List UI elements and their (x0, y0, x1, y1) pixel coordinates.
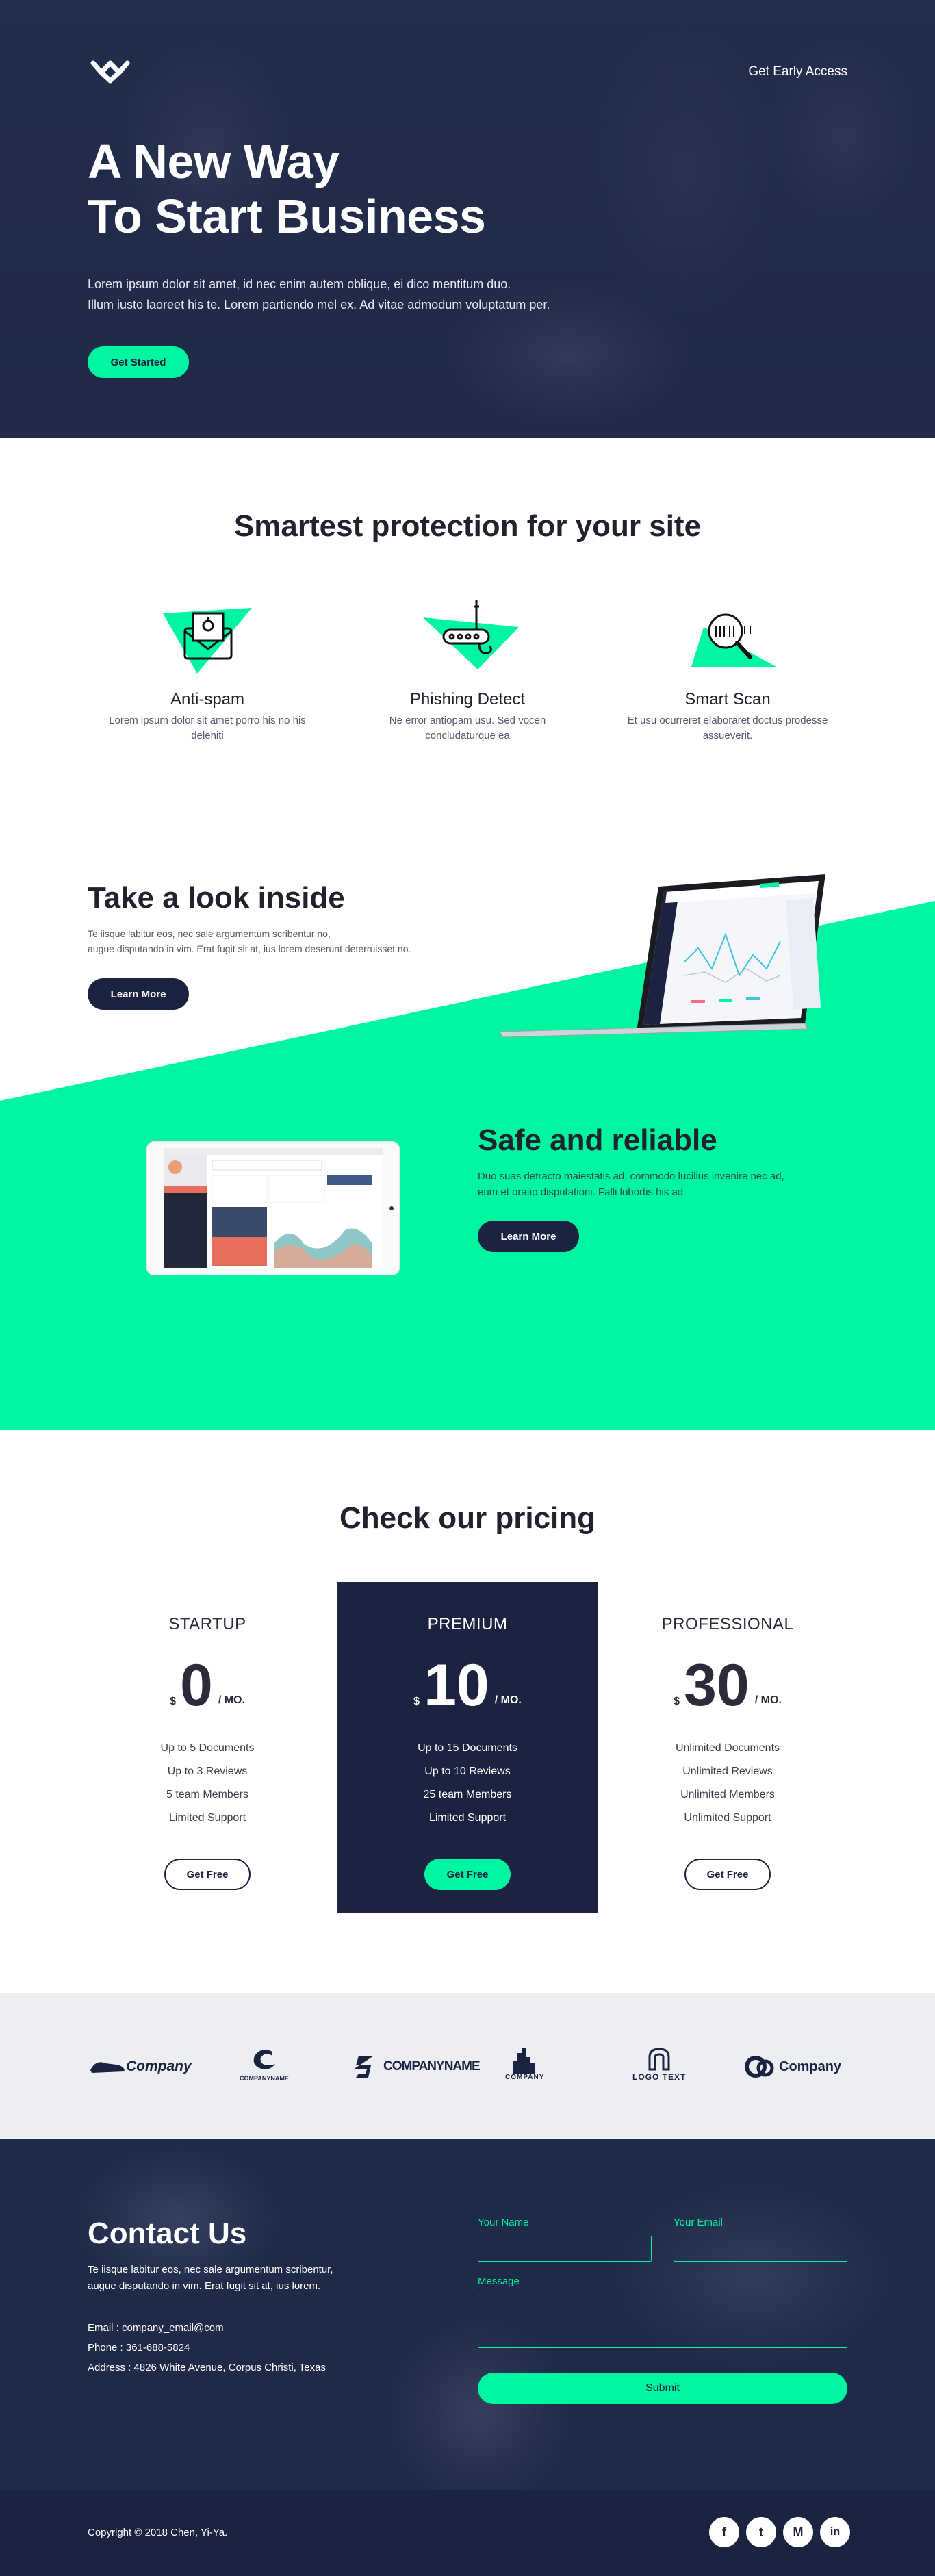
plan-card-professional: PROFESSIONAL $ 30 / MO. Unlimited Docume… (598, 1582, 858, 1913)
list-item: Limited Support (428, 1812, 507, 1824)
laptop-mockup-image (500, 874, 825, 1037)
safe-reliable-title: Safe and reliable (478, 1123, 717, 1157)
contact-section: Contact Us Te iisque labitur eos, nec sa… (0, 2139, 935, 2490)
hero-title: A New Way To Start Business (88, 135, 486, 243)
hero-subtitle: Lorem ipsum dolor sit amet, id nec enim … (88, 277, 550, 311)
get-early-access-link[interactable]: Get Early Access (748, 64, 847, 79)
plan-name: PREMIUM (427, 1615, 508, 1633)
shoe-logo-icon (90, 2062, 125, 2073)
safe-reliable-text: Duo suas detracto maiestatis ad, commodo… (478, 1171, 784, 1198)
client-logo: COMPANY (505, 2046, 544, 2087)
name-field[interactable] (478, 2236, 652, 2262)
contact-phone: Phone : 361-688-5824 (88, 2342, 190, 2354)
learn-more-button[interactable]: Learn More (478, 1221, 579, 1252)
get-free-button[interactable]: Get Free (424, 1859, 511, 1890)
feature-phishing-detect: Phishing Detect Ne error antiopam usu. S… (351, 593, 584, 743)
feature-title: Smart Scan (684, 690, 771, 709)
horseshoe-logo-icon (648, 2048, 670, 2071)
plan-card-startup: STARTUP $ 0 / MO. Up to 5 Documents Up t… (77, 1582, 337, 1913)
plan-card-premium: PREMIUM $ 10 / MO. Up to 15 Documents Up… (337, 1582, 598, 1913)
client-logo: Company (89, 2046, 192, 2087)
feature-anti-spam: Anti-spam Lorem ipsum dolor sit amet por… (91, 593, 324, 743)
feature-title: Phishing Detect (409, 690, 526, 709)
list-item: Unlimited Members (680, 1789, 775, 1800)
envelope-icon (163, 608, 252, 674)
hero-section: Get Early Access A New Way To Start Busi… (0, 0, 935, 438)
plan-price: $ 30 / MO. (674, 1653, 782, 1718)
feature-text: Lorem ipsum dolor sit amet porro his no … (109, 715, 306, 741)
pricing-title: Check our pricing (339, 1501, 596, 1535)
contact-address: Address : 4826 White Avenue, Corpus Chri… (88, 2362, 326, 2373)
email-label: Your Email (674, 2217, 723, 2228)
plan-features: Up to 5 Documents Up to 3 Reviews 5 team… (77, 1737, 337, 1830)
look-inside-text: Te iisque labitur eos, nec sale argument… (88, 928, 411, 954)
plan-features: Up to 15 Documents Up to 10 Reviews 25 t… (337, 1737, 598, 1830)
twitter-icon[interactable]: t (746, 2517, 776, 2547)
pricing-section: Check our pricing STARTUP $ 0 / MO. Up t… (0, 1430, 935, 1993)
feature-text: Ne error antiopam usu. Sed vocen conclud… (389, 715, 546, 741)
list-item: 25 team Members (423, 1789, 512, 1800)
fishing-hook-icon (423, 600, 519, 669)
list-item: Unlimited Reviews (682, 1765, 773, 1777)
plan-price: $ 10 / MO. (413, 1653, 522, 1718)
feature-smart-scan: Smart Scan Et usu ocurreret elaboraret d… (611, 593, 844, 743)
swirl-logo-icon (253, 2050, 275, 2069)
client-logo: COMPANYNAME (353, 2046, 481, 2087)
feature-title: Anti-spam (170, 690, 245, 709)
plan-price: $ 0 / MO. (170, 1653, 245, 1718)
showcase-section: Take a look inside Te iisque labitur eos… (0, 804, 935, 1430)
list-item: Limited Support (168, 1812, 246, 1824)
list-item: Up to 3 Reviews (167, 1765, 248, 1777)
contact-email: Email : company_email@com (88, 2322, 224, 2334)
footer: Copyright © 2018 Chen, Yi-Ya. f t M in (0, 2490, 935, 2576)
contact-lead: Te iisque labitur eos, nec sale argument… (88, 2264, 333, 2292)
name-label: Your Name (478, 2217, 529, 2228)
circles-logo-icon (745, 2056, 774, 2078)
plan-name: PROFESSIONAL (661, 1615, 794, 1633)
facebook-icon[interactable]: f (709, 2517, 739, 2547)
list-item: Unlimited Support (684, 1812, 771, 1824)
get-started-button[interactable]: Get Started (88, 346, 189, 378)
tablet-mockup-image (146, 1141, 400, 1275)
feature-text: Et usu ocurreret elaboraret doctus prode… (627, 715, 828, 741)
get-free-button[interactable]: Get Free (684, 1859, 771, 1890)
s-logo-icon (353, 2056, 374, 2078)
city-logo-icon (513, 2048, 535, 2074)
client-logo: COMPANYNAME (240, 2046, 289, 2087)
message-field[interactable] (478, 2295, 847, 2348)
features-section: Smartest protection for your site Anti-s… (0, 438, 935, 804)
list-item: Unlimited Documents (675, 1742, 780, 1754)
learn-more-button[interactable]: Learn More (88, 978, 189, 1010)
list-item: 5 team Members (166, 1789, 249, 1800)
client-logo: LOGO TEXT (632, 2046, 686, 2087)
contact-title: Contact Us (88, 2217, 247, 2250)
copyright-text: Copyright © 2018 Chen, Yi-Ya. (88, 2527, 228, 2538)
brand-logo-icon[interactable] (88, 56, 133, 85)
email-field[interactable] (674, 2236, 847, 2262)
features-title: Smartest protection for your site (233, 509, 702, 543)
submit-button[interactable]: Submit (478, 2373, 847, 2404)
magnifier-icon (691, 613, 776, 667)
plan-name: STARTUP (168, 1615, 246, 1633)
list-item: Up to 15 Documents (418, 1742, 517, 1754)
linkedin-icon[interactable]: in (820, 2517, 850, 2547)
list-item: Up to 10 Reviews (424, 1765, 511, 1777)
medium-icon[interactable]: M (783, 2517, 813, 2547)
look-inside-title: Take a look inside (88, 881, 345, 915)
get-free-button[interactable]: Get Free (164, 1859, 251, 1890)
plan-features: Unlimited Documents Unlimited Reviews Un… (598, 1737, 858, 1830)
contact-info: Email : company_email@com Phone : 361-68… (88, 2318, 326, 2377)
message-label: Message (478, 2275, 520, 2287)
list-item: Up to 5 Documents (160, 1742, 255, 1754)
client-logos-section: Company COMPANYNAME COMPANYNAME COMPANY … (0, 1993, 935, 2139)
client-logo: Company (745, 2046, 841, 2087)
